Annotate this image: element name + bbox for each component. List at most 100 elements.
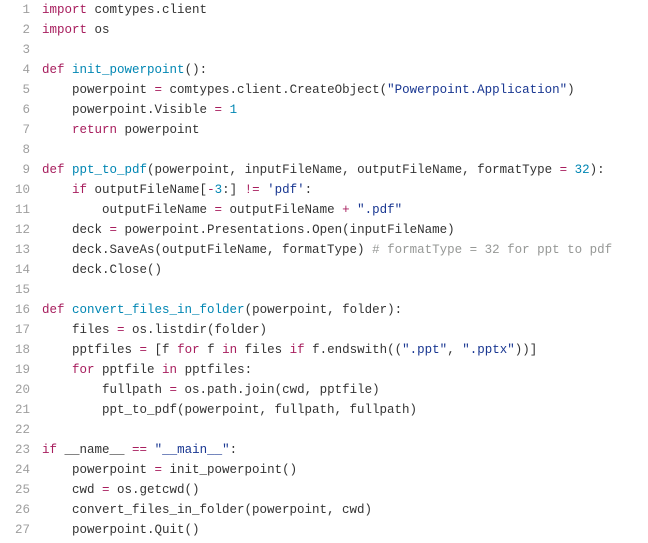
code-line: powerpoint = init_powerpoint(): [42, 460, 648, 480]
token-kw: def: [42, 63, 65, 77]
token-ident: comtypes.client.CreateObject(: [162, 83, 387, 97]
code-line: def convert_files_in_folder(powerpoint, …: [42, 300, 648, 320]
token-ident: [65, 163, 73, 177]
code-line: def ppt_to_pdf(powerpoint, inputFileName…: [42, 160, 648, 180]
token-ident: comtypes.client: [87, 3, 207, 17]
line-number: 26: [0, 500, 30, 520]
token-ident: :: [230, 443, 238, 457]
token-ident: powerpoint.Quit(): [42, 523, 200, 537]
code-line: import os: [42, 20, 648, 40]
code-content: import comtypes.clientimport os def init…: [42, 0, 648, 540]
token-str: ".pptx": [462, 343, 515, 357]
code-line: deck = powerpoint.Presentations.Open(inp…: [42, 220, 648, 240]
token-ident: powerpoint: [117, 123, 200, 137]
token-cmp: !=: [245, 183, 260, 197]
token-ident: fullpath: [42, 383, 170, 397]
token-kw: if: [42, 443, 57, 457]
token-kw: in: [222, 343, 237, 357]
code-line: deck.SaveAs(outputFileName, formatType) …: [42, 240, 648, 260]
token-ident: :]: [222, 183, 245, 197]
token-cmt: # formatType = 32 for ppt to pdf: [372, 243, 612, 257]
token-cmp: +: [342, 203, 350, 217]
token-ident: [260, 183, 268, 197]
line-number: 12: [0, 220, 30, 240]
token-ident: [350, 203, 358, 217]
token-ident: [42, 363, 72, 377]
line-number: 25: [0, 480, 30, 500]
token-str: 'pdf': [267, 183, 305, 197]
token-ident: files: [42, 323, 117, 337]
token-ident: os.getcwd(): [110, 483, 200, 497]
line-number: 6: [0, 100, 30, 120]
token-ident: powerpoint: [42, 83, 155, 97]
code-line: outputFileName = outputFileName + ".pdf": [42, 200, 648, 220]
token-ident: [42, 123, 72, 137]
code-line: def init_powerpoint():: [42, 60, 648, 80]
code-line: convert_files_in_folder(powerpoint, cwd): [42, 500, 648, 520]
token-ident: __name__: [57, 443, 132, 457]
token-ident: pptfiles:: [177, 363, 252, 377]
code-editor: 1234567891011121314151617181920212223242…: [0, 0, 648, 540]
token-cmp: =: [155, 463, 163, 477]
token-ident: f.endswith((: [305, 343, 403, 357]
line-number: 2: [0, 20, 30, 40]
token-str: ".ppt": [402, 343, 447, 357]
token-ident: ppt_to_pdf(powerpoint, fullpath, fullpat…: [42, 403, 417, 417]
token-ident: [567, 163, 575, 177]
token-cmp: -: [207, 183, 215, 197]
token-ident: pptfiles: [42, 343, 140, 357]
line-number: 1: [0, 0, 30, 20]
token-ident: f: [200, 343, 223, 357]
code-line: fullpath = os.path.join(cwd, pptfile): [42, 380, 648, 400]
token-ident: [65, 63, 73, 77]
code-line: cwd = os.getcwd(): [42, 480, 648, 500]
line-number: 13: [0, 240, 30, 260]
token-ident: powerpoint.Presentations.Open(inputFileN…: [117, 223, 455, 237]
token-kw: import: [42, 23, 87, 37]
line-number: 9: [0, 160, 30, 180]
token-ident: outputFileName[: [87, 183, 207, 197]
code-line: [42, 280, 648, 300]
code-line: import comtypes.client: [42, 0, 648, 20]
line-number: 21: [0, 400, 30, 420]
code-line: if __name__ == "__main__":: [42, 440, 648, 460]
line-number: 23: [0, 440, 30, 460]
token-ident: convert_files_in_folder(powerpoint, cwd): [42, 503, 372, 517]
token-ident: :: [305, 183, 313, 197]
line-number: 16: [0, 300, 30, 320]
token-cmp: =: [110, 223, 118, 237]
token-ident: [42, 183, 72, 197]
token-ident: (powerpoint, inputFileName, outputFileNa…: [147, 163, 560, 177]
token-cmp: =: [140, 343, 148, 357]
token-ident: powerpoint: [42, 463, 155, 477]
token-ident: ):: [590, 163, 605, 177]
line-number-gutter: 1234567891011121314151617181920212223242…: [0, 0, 42, 540]
token-ident: outputFileName: [222, 203, 342, 217]
token-ident: os: [87, 23, 110, 37]
code-line: ppt_to_pdf(powerpoint, fullpath, fullpat…: [42, 400, 648, 420]
line-number: 15: [0, 280, 30, 300]
token-str: "__main__": [155, 443, 230, 457]
token-fn: init_powerpoint: [72, 63, 185, 77]
token-ident: [147, 443, 155, 457]
token-ident: os.path.join(cwd, pptfile): [177, 383, 380, 397]
code-line: powerpoint.Quit(): [42, 520, 648, 540]
token-str: ".pdf": [357, 203, 402, 217]
token-cmp: =: [117, 323, 125, 337]
token-kw: for: [72, 363, 95, 377]
line-number: 27: [0, 520, 30, 540]
token-kw: if: [72, 183, 87, 197]
line-number: 3: [0, 40, 30, 60]
token-kw: return: [72, 123, 117, 137]
token-cmp: =: [560, 163, 568, 177]
line-number: 5: [0, 80, 30, 100]
code-line: [42, 40, 648, 60]
token-ident: (powerpoint, folder):: [245, 303, 403, 317]
line-number: 7: [0, 120, 30, 140]
token-fn: convert_files_in_folder: [72, 303, 245, 317]
token-num: 3: [215, 183, 223, 197]
token-kw: in: [162, 363, 177, 377]
code-line: deck.Close(): [42, 260, 648, 280]
token-ident: ))]: [515, 343, 538, 357]
line-number: 17: [0, 320, 30, 340]
